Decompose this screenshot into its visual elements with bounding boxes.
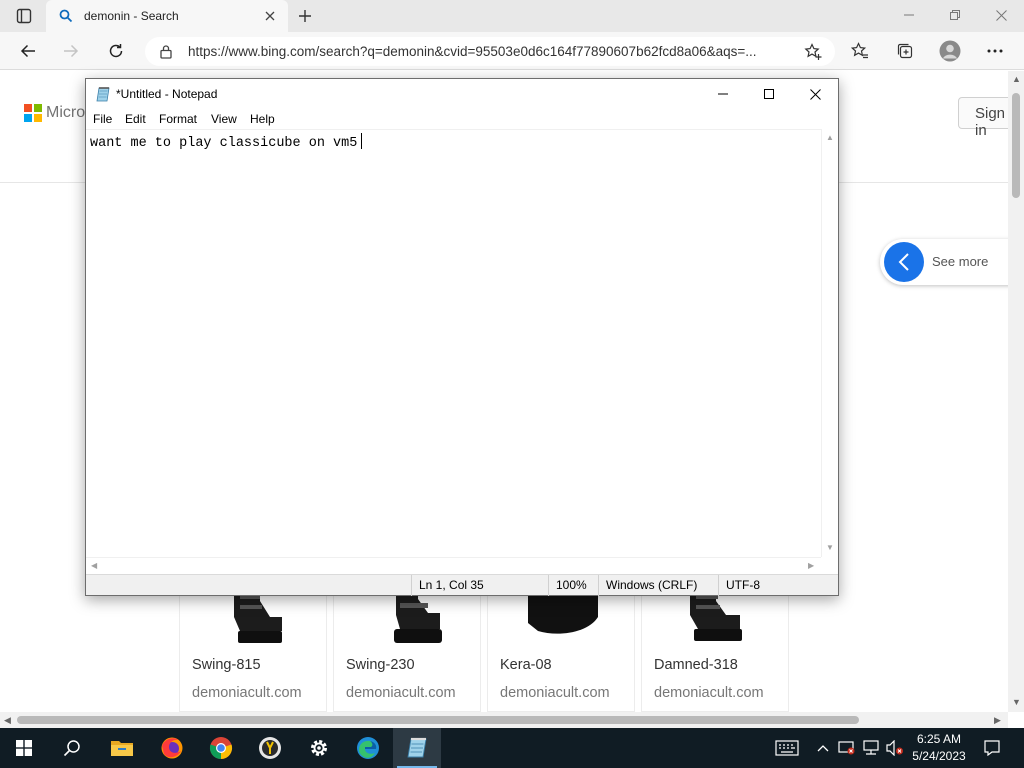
notepad-icon bbox=[96, 86, 111, 102]
page-vertical-scrollbar[interactable]: ▲ ▼ bbox=[1008, 71, 1024, 712]
clock-date: 5/24/2023 bbox=[912, 749, 966, 763]
menu-help[interactable]: Help bbox=[250, 112, 275, 126]
notepad-horizontal-scrollbar[interactable]: ◀ ▶ bbox=[86, 557, 821, 574]
product-source: demoniacult.com bbox=[500, 685, 610, 701]
add-favorite-icon[interactable] bbox=[801, 40, 825, 64]
address-bar[interactable]: https://www.bing.com/search?q=demonin&cv… bbox=[145, 37, 835, 66]
microsoft-logo[interactable] bbox=[24, 104, 42, 122]
forward-icon[interactable] bbox=[56, 36, 86, 66]
see-more-label: See more bbox=[932, 254, 989, 269]
network-icon[interactable] bbox=[860, 728, 882, 768]
product-card[interactable]: Damned-318 demoniacult.com bbox=[641, 581, 789, 712]
search-icon[interactable] bbox=[48, 728, 96, 768]
sign-in-button[interactable]: Sign in bbox=[958, 97, 1008, 139]
see-more-button[interactable]: See more bbox=[880, 239, 1008, 285]
more-options-icon[interactable] bbox=[980, 36, 1010, 66]
file-explorer-icon[interactable] bbox=[98, 728, 146, 768]
windows-start-icon[interactable] bbox=[0, 728, 48, 768]
tab-bing-search[interactable]: demonin - Search bbox=[46, 0, 288, 32]
notepad-minimize-icon[interactable] bbox=[700, 79, 746, 109]
yandex-icon[interactable] bbox=[246, 728, 294, 768]
scroll-up-arrow-icon[interactable]: ▲ bbox=[1012, 74, 1021, 84]
notepad-content[interactable]: want me to play classicube on vm5 bbox=[90, 136, 357, 151]
edge-icon[interactable] bbox=[344, 728, 392, 768]
tab-title: demonin - Search bbox=[84, 9, 179, 23]
page-horizontal-scroll-thumb[interactable] bbox=[17, 716, 859, 724]
notepad-title-bar[interactable]: *Untitled - Notepad bbox=[86, 79, 838, 109]
product-name[interactable]: Swing-230 bbox=[346, 657, 415, 673]
notepad-status-bar: Ln 1, Col 35 100% Windows (CRLF) UTF-8 bbox=[86, 574, 838, 596]
url-text[interactable]: https://www.bing.com/search?q=demonin&cv… bbox=[188, 44, 788, 59]
product-name[interactable]: Kera-08 bbox=[500, 657, 552, 673]
scroll-right-arrow-icon[interactable]: ▶ bbox=[994, 715, 1001, 726]
notepad-vertical-scrollbar[interactable]: ▲ ▼ bbox=[821, 129, 838, 557]
taskbar-clock[interactable]: 6:25 AM 5/24/2023 bbox=[906, 731, 972, 765]
product-card[interactable]: Swing-230 demoniacult.com bbox=[333, 581, 481, 712]
product-card[interactable]: Kera-08 demoniacult.com bbox=[487, 581, 635, 712]
notepad-maximize-icon[interactable] bbox=[746, 79, 792, 109]
minimize-icon[interactable] bbox=[886, 0, 932, 30]
notepad-size-grip[interactable] bbox=[821, 557, 838, 574]
notepad-close-icon[interactable] bbox=[792, 79, 838, 109]
status-line-ending: Windows (CRLF) bbox=[598, 575, 718, 596]
scroll-down-arrow-icon[interactable]: ▼ bbox=[1012, 697, 1021, 707]
tab-actions-icon[interactable] bbox=[8, 4, 40, 28]
clock-time: 6:25 AM bbox=[916, 732, 962, 746]
notepad-text-area[interactable]: want me to play classicube on vm5 bbox=[86, 129, 821, 557]
page-vertical-scroll-thumb[interactable] bbox=[1012, 93, 1020, 198]
browser-toolbar: https://www.bing.com/search?q=demonin&cv… bbox=[0, 32, 1024, 70]
chrome-icon[interactable] bbox=[197, 728, 245, 768]
windows-taskbar: 6:25 AM 5/24/2023 bbox=[0, 728, 1024, 768]
notepad-window[interactable]: *Untitled - Notepad File Edit Format Vie… bbox=[85, 78, 839, 596]
collections-icon[interactable] bbox=[890, 36, 920, 66]
status-cursor-position: Ln 1, Col 35 bbox=[411, 575, 548, 596]
profile-icon[interactable] bbox=[935, 36, 965, 66]
back-icon[interactable] bbox=[13, 36, 43, 66]
product-source: demoniacult.com bbox=[346, 685, 456, 701]
notepad-menu-bar: File Edit Format View Help bbox=[86, 109, 838, 129]
text-caret bbox=[361, 133, 363, 149]
refresh-icon[interactable] bbox=[101, 36, 131, 66]
search-icon bbox=[58, 8, 74, 24]
firefox-icon[interactable] bbox=[148, 728, 196, 768]
notepad-scroll-up-icon[interactable]: ▲ bbox=[826, 133, 834, 142]
new-tab-icon[interactable] bbox=[292, 4, 318, 28]
menu-format[interactable]: Format bbox=[159, 112, 197, 126]
tab-close-icon[interactable] bbox=[260, 6, 280, 26]
chevron-up-icon[interactable] bbox=[812, 728, 834, 768]
notepad-scroll-right-icon[interactable]: ▶ bbox=[808, 561, 814, 570]
browser-close-icon[interactable] bbox=[978, 0, 1024, 30]
browser-tab-bar: demonin - Search bbox=[0, 0, 1024, 32]
volume-muted-icon[interactable] bbox=[884, 728, 906, 768]
status-zoom: 100% bbox=[548, 575, 598, 596]
product-name[interactable]: Damned-318 bbox=[654, 657, 738, 673]
lock-icon[interactable] bbox=[159, 44, 173, 62]
keyboard-icon[interactable] bbox=[772, 728, 802, 768]
restore-icon[interactable] bbox=[932, 0, 978, 30]
notepad-scroll-left-icon[interactable]: ◀ bbox=[91, 561, 97, 570]
menu-view[interactable]: View bbox=[211, 112, 237, 126]
chevron-left-icon bbox=[884, 242, 924, 282]
page-horizontal-scrollbar[interactable]: ◀ ▶ bbox=[0, 712, 1008, 728]
notification-icon[interactable] bbox=[978, 728, 1006, 768]
favorites-icon[interactable] bbox=[845, 36, 875, 66]
status-encoding: UTF-8 bbox=[718, 575, 821, 596]
scroll-left-arrow-icon[interactable]: ◀ bbox=[4, 715, 11, 726]
settings-icon[interactable] bbox=[295, 728, 343, 768]
menu-file[interactable]: File bbox=[93, 112, 112, 126]
notepad-taskbar-icon[interactable] bbox=[393, 728, 441, 768]
product-name[interactable]: Swing-815 bbox=[192, 657, 261, 673]
product-card[interactable]: Swing-815 demoniacult.com bbox=[179, 581, 327, 712]
menu-edit[interactable]: Edit bbox=[125, 112, 146, 126]
product-source: demoniacult.com bbox=[654, 685, 764, 701]
notepad-scroll-down-icon[interactable]: ▼ bbox=[826, 543, 834, 552]
product-source: demoniacult.com bbox=[192, 685, 302, 701]
device-icon[interactable] bbox=[836, 728, 858, 768]
notepad-title: *Untitled - Notepad bbox=[116, 87, 218, 101]
